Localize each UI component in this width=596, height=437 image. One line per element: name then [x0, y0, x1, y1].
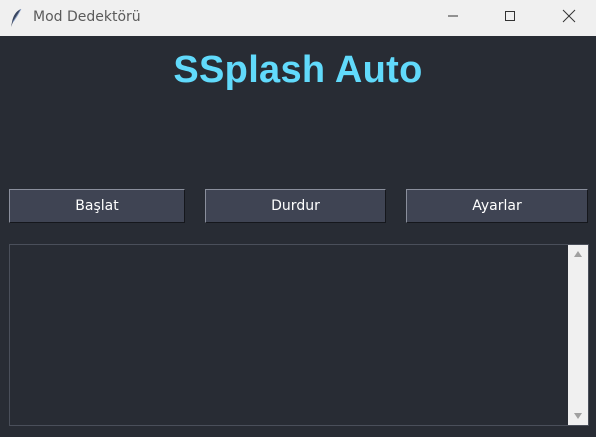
- scroll-up-button[interactable]: [568, 245, 588, 263]
- log-textarea[interactable]: [9, 244, 589, 426]
- arrow-down-icon: [573, 407, 583, 425]
- maximize-button[interactable]: [487, 0, 533, 36]
- minimize-button[interactable]: [430, 0, 476, 36]
- scroll-down-button[interactable]: [568, 407, 588, 425]
- feather-icon: [9, 8, 23, 28]
- window-title: Mod Dedektörü: [33, 9, 141, 25]
- settings-button[interactable]: Ayarlar: [406, 189, 588, 223]
- stop-button[interactable]: Durdur: [205, 189, 386, 223]
- app-window: Mod Dedektörü SSplash Auto Başlat Durdur…: [0, 0, 596, 437]
- title-bar[interactable]: Mod Dedektörü: [0, 0, 596, 36]
- app-heading: SSplash Auto: [173, 49, 423, 91]
- arrow-up-icon: [573, 245, 583, 263]
- close-button[interactable]: [546, 0, 592, 36]
- maximize-icon: [504, 9, 516, 27]
- log-scrollbar[interactable]: [568, 245, 588, 425]
- start-button[interactable]: Başlat: [9, 189, 185, 223]
- minimize-icon: [447, 9, 459, 27]
- close-icon: [562, 9, 576, 28]
